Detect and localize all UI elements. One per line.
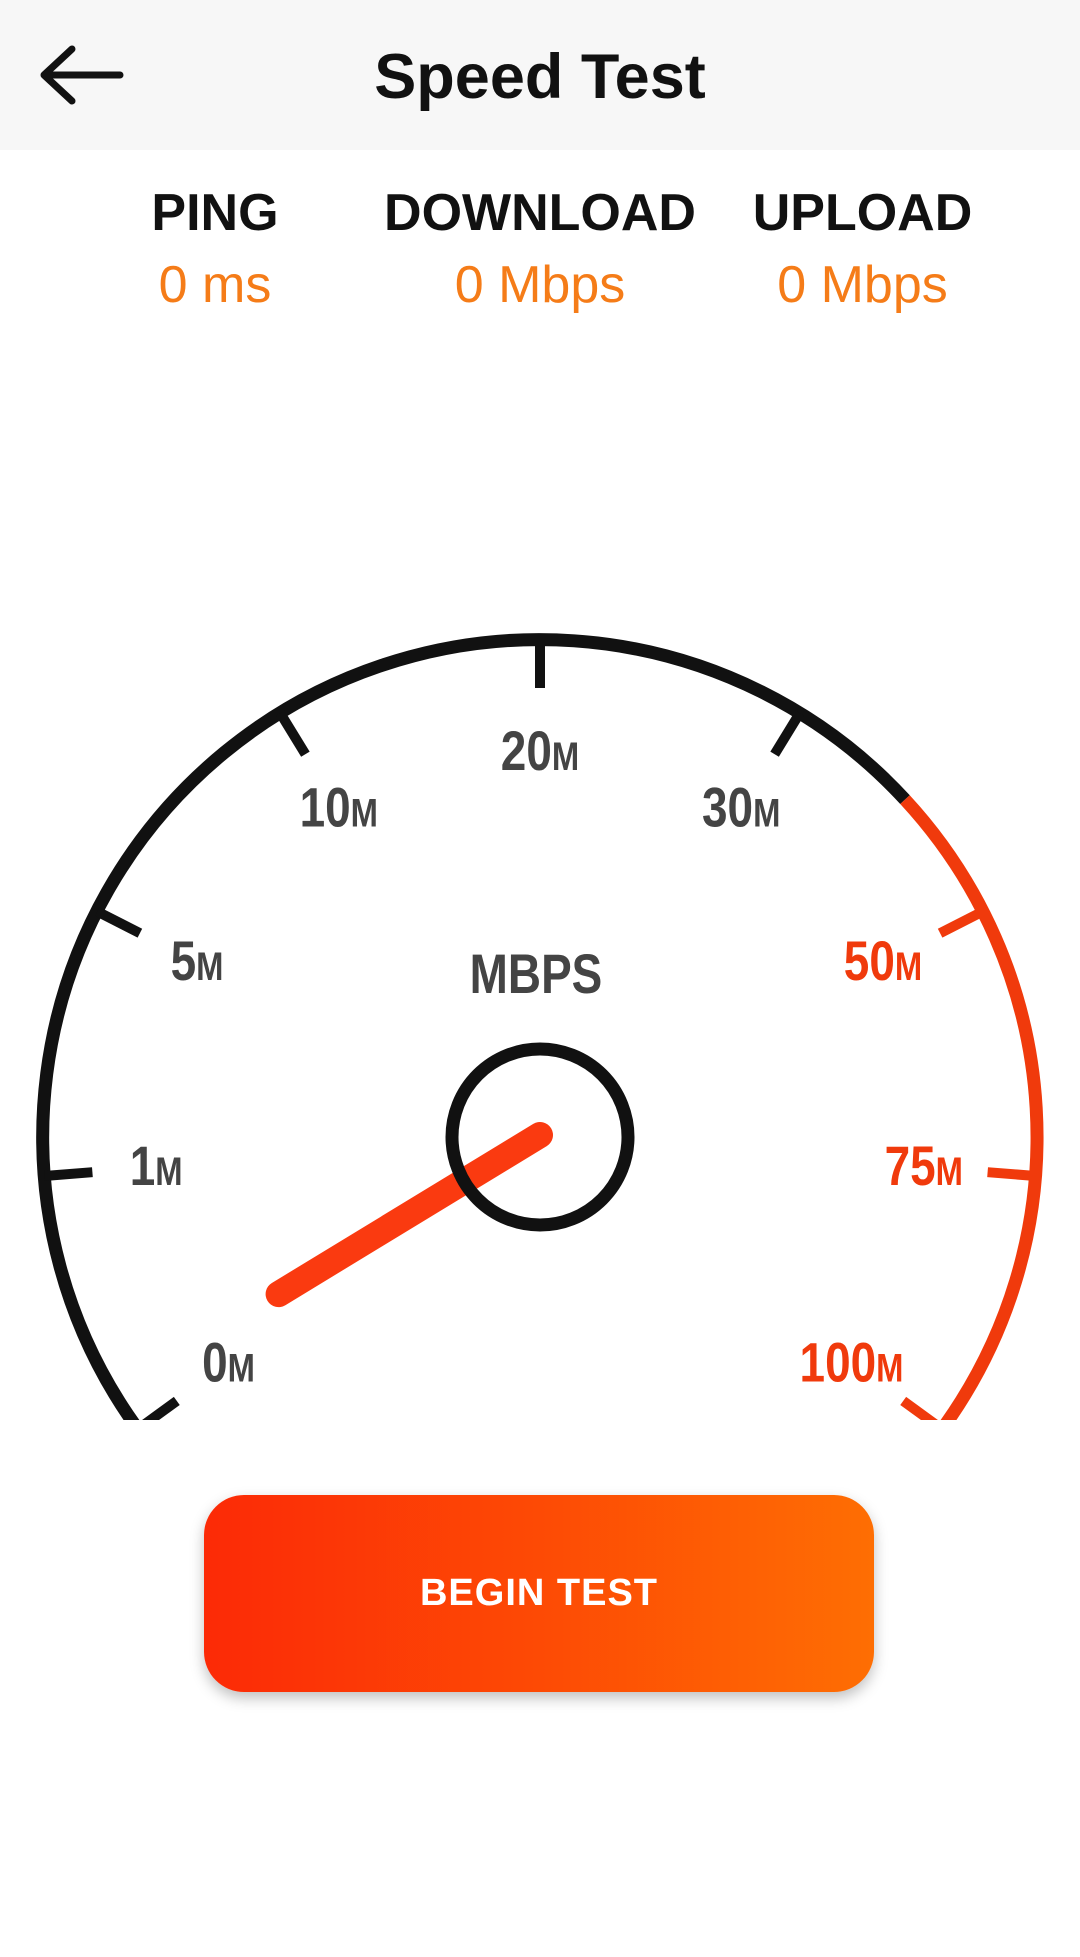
gauge-unit-label: MBPS: [470, 943, 603, 1005]
gauge-scale-label: 5M: [171, 930, 224, 992]
gauge-tick: [44, 1167, 93, 1181]
app-bar: Speed Test: [0, 0, 1080, 150]
gauge-tick: [142, 1396, 180, 1420]
gauge-scale-labels: 0M 1M 5M 10M 20M 30M 50M 75M 100M: [130, 720, 963, 1394]
begin-test-label: BEGIN TEST: [419, 1572, 659, 1614]
gauge-tick: [276, 710, 310, 757]
gauge-scale-label: 75M: [885, 1135, 963, 1197]
back-button[interactable]: [36, 40, 126, 110]
download-value: 0 Mbps: [454, 256, 626, 314]
upload-value: 0 Mbps: [777, 256, 948, 314]
speed-gauge: 0M 1M 5M 10M 20M 30M 50M 75M 100M MBPS: [36, 633, 1044, 1420]
gauge-scale-label: 20M: [501, 720, 579, 782]
gauge-scale-label: 100M: [800, 1331, 904, 1393]
upload-stat: UPLOAD 0 Mbps: [735, 183, 990, 315]
download-stat: DOWNLOAD 0 Mbps: [380, 183, 700, 315]
gauge-tick: [770, 710, 804, 757]
gauge-scale-label: 10M: [300, 776, 378, 838]
gauge-arc-high: [900, 795, 1044, 1420]
ping-stat: PING 0 ms: [115, 183, 315, 315]
upload-label: UPLOAD: [752, 184, 973, 242]
gauge-tick: [987, 1167, 1036, 1181]
gauge-scale-label: 1M: [130, 1135, 183, 1197]
begin-test-button[interactable]: BEGIN TEST: [204, 1495, 874, 1692]
gauge-scale-label: 30M: [702, 776, 780, 838]
gauge-tick: [900, 1396, 938, 1420]
gauge-scale-label: 0M: [202, 1331, 255, 1393]
arrow-left-icon: [40, 45, 124, 105]
gauge-scale-label: 50M: [844, 930, 922, 992]
page-title: Speed Test: [374, 42, 706, 112]
ping-value: 0 ms: [158, 256, 272, 314]
gauge-tick: [937, 906, 986, 938]
gauge-arc-normal: [36, 633, 910, 1420]
ping-label: PING: [151, 184, 279, 242]
gauge-tick: [94, 906, 143, 938]
download-label: DOWNLOAD: [384, 184, 696, 242]
